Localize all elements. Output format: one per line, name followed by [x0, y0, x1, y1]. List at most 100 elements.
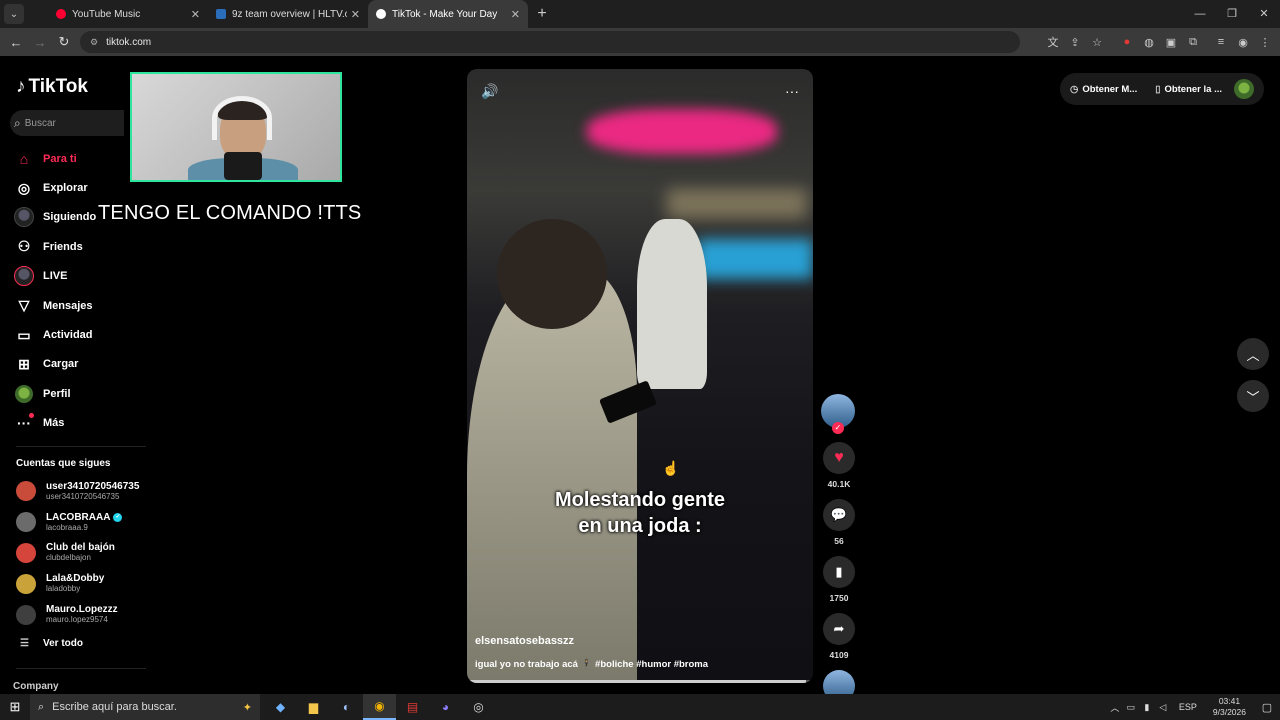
- close-tab-icon[interactable]: ✕: [511, 8, 520, 21]
- following-handle: user3410720546735: [46, 491, 120, 501]
- company-link[interactable]: Company: [13, 681, 59, 692]
- see-all-button[interactable]: ☰ Ver todo: [20, 638, 83, 649]
- extension-box-icon[interactable]: ▣: [1160, 36, 1182, 49]
- extension-icon[interactable]: ◍: [1138, 36, 1160, 49]
- sidebar-item-label: Cargar: [43, 358, 79, 371]
- close-window-icon[interactable]: ✕: [1248, 0, 1280, 28]
- tab-hltv[interactable]: 9z team overview | HLTV.org ✕: [208, 0, 368, 28]
- microphone-icon[interactable]: ▮: [1139, 702, 1155, 713]
- sidebar-item-perfil[interactable]: Perfil: [14, 379, 144, 408]
- comment-button[interactable]: 💬: [823, 499, 855, 531]
- tab-tiktok[interactable]: TikTok - Make Your Day ✕: [368, 0, 528, 28]
- chevron-up-icon[interactable]: ︿: [1107, 701, 1123, 714]
- discord-icon[interactable]: ◕: [429, 694, 462, 720]
- back-icon[interactable]: ←: [4, 35, 28, 50]
- obs-icon[interactable]: ◎: [462, 694, 495, 720]
- youtube-music-favicon: [56, 9, 66, 19]
- video-player[interactable]: 🔊 ··· Molestando gente en una joda : els…: [467, 69, 813, 683]
- previous-video-button[interactable]: ︿: [1237, 338, 1269, 370]
- sidebar-item-label: Actividad: [43, 329, 93, 342]
- verified-badge-icon: ✓: [113, 512, 123, 522]
- input-language[interactable]: ESP: [1179, 702, 1197, 712]
- following-item[interactable]: LACOBRAAA ✓ lacobraaa.9: [16, 507, 156, 538]
- tab-youtube-music[interactable]: YouTube Music ✕: [48, 0, 208, 28]
- video-author[interactable]: elsensatosebasszz: [475, 635, 574, 647]
- tiktok-note-icon: ♪: [16, 76, 26, 97]
- clock-date: 9/3/2026: [1212, 707, 1246, 717]
- menu-kebab-icon[interactable]: ⋮: [1254, 36, 1276, 49]
- profile-avatar-icon[interactable]: ◉: [1232, 36, 1254, 49]
- windows-start-icon[interactable]: ⊞: [0, 699, 30, 715]
- next-video-button[interactable]: ﹀: [1237, 380, 1269, 412]
- sidebar-item-mensajes[interactable]: ▽ Mensajes: [14, 291, 144, 320]
- copilot-app-icon[interactable]: ◆: [264, 694, 297, 720]
- forward-icon[interactable]: →: [28, 35, 52, 50]
- share-button[interactable]: ➦: [823, 613, 855, 645]
- like-button[interactable]: ♥: [823, 442, 855, 474]
- copilot-sparkle-icon: ✦: [242, 701, 252, 714]
- get-app-button[interactable]: Obtener la ...: [1164, 84, 1222, 95]
- file-explorer-icon[interactable]: ▆: [297, 694, 330, 720]
- install-app-icon[interactable]: ⇪: [1064, 36, 1086, 49]
- bookmark-star-icon[interactable]: ☆: [1086, 36, 1108, 49]
- sidebar-item-mas[interactable]: ··· Más: [14, 409, 144, 438]
- translate-icon[interactable]: 文: [1042, 34, 1064, 50]
- streaming-app-icon[interactable]: ▤: [396, 694, 429, 720]
- creator-avatar[interactable]: ✓: [821, 394, 855, 434]
- following-item[interactable]: Lala&Dobby laladobby: [16, 568, 156, 599]
- video-frame-person: [637, 219, 707, 389]
- profile-avatar-icon: [14, 384, 34, 404]
- steam-icon[interactable]: ◐: [330, 694, 363, 720]
- media-controls-icon[interactable]: ≡: [1210, 36, 1232, 48]
- taskbar-search-input[interactable]: ⌕ Escribe aquí para buscar. ✦: [30, 694, 260, 720]
- mouse-cursor-icon: ☝: [662, 460, 680, 476]
- get-coins-button[interactable]: Obtener M...: [1082, 84, 1137, 95]
- save-button[interactable]: ▮: [823, 556, 855, 588]
- window-controls: — ❐ ✕: [1184, 0, 1280, 28]
- clock[interactable]: 03:41 9/3/2026: [1213, 696, 1246, 718]
- search-input[interactable]: ⌕ Buscar: [10, 110, 124, 136]
- close-tab-icon[interactable]: ✕: [351, 8, 360, 21]
- search-icon: ⌕: [38, 700, 45, 713]
- site-info-icon[interactable]: ⚙: [90, 37, 98, 48]
- sidebar-item-actividad[interactable]: ▭ Actividad: [14, 320, 144, 349]
- compass-icon: ◎: [17, 179, 31, 196]
- network-icon[interactable]: ▭: [1123, 702, 1139, 713]
- sidebar-item-para-ti[interactable]: ⌂ Para ti: [14, 144, 144, 173]
- user-avatar[interactable]: [1234, 79, 1254, 99]
- tab-search-button[interactable]: ⌄: [4, 4, 24, 24]
- chevron-down-icon: ﹀: [1246, 389, 1260, 405]
- new-tab-button[interactable]: +: [532, 5, 552, 23]
- chrome-icon[interactable]: ◉: [363, 694, 396, 720]
- music-disc[interactable]: [823, 670, 855, 694]
- sidebar-item-live[interactable]: LIVE: [14, 262, 144, 291]
- upload-icon: ⊞: [18, 355, 30, 372]
- video-description: igual yo no trabajo acá 🕴 #boliche #humo…: [475, 659, 709, 670]
- extension-red-icon[interactable]: ●: [1116, 36, 1138, 48]
- follow-plus-icon[interactable]: ✓: [832, 422, 844, 434]
- sidebar-item-explorar[interactable]: ◎ Explorar: [14, 173, 144, 202]
- sidebar-item-cargar[interactable]: ⊞ Cargar: [14, 350, 144, 379]
- logo-text: TikTok: [28, 76, 88, 97]
- video-progress-bar[interactable]: [467, 680, 813, 683]
- close-tab-icon[interactable]: ✕: [191, 8, 200, 21]
- sidebar-item-label: Para ti: [43, 152, 77, 165]
- tab-title: TikTok - Make Your Day: [392, 8, 498, 20]
- reload-icon[interactable]: ↻: [52, 34, 76, 50]
- minimize-icon[interactable]: —: [1184, 0, 1216, 28]
- tab-title: YouTube Music: [72, 8, 141, 20]
- tiktok-logo[interactable]: ♪ TikTok: [16, 76, 88, 98]
- extensions-puzzle-icon[interactable]: ⧉: [1182, 36, 1204, 49]
- more-options-icon[interactable]: ···: [785, 83, 799, 99]
- following-item[interactable]: user3410720546735 user3410720546735: [16, 476, 156, 507]
- following-name: LACOBRAAA: [46, 511, 111, 523]
- sidebar-item-friends[interactable]: ⚇ Friends: [14, 232, 144, 261]
- restore-icon[interactable]: ❐: [1216, 0, 1248, 28]
- taskbar-apps: ◆ ▆ ◐ ◉ ▤ ◕ ◎: [264, 694, 495, 720]
- following-item[interactable]: Club del bajón clubdelbajon: [16, 538, 156, 569]
- volume-icon[interactable]: 🔊: [481, 83, 498, 100]
- notifications-icon[interactable]: ▢: [1254, 701, 1280, 714]
- address-bar[interactable]: ⚙ tiktok.com: [80, 31, 1020, 53]
- following-item[interactable]: Mauro.Lopezzz mauro.lopez9574: [16, 599, 156, 630]
- volume-icon[interactable]: ◁: [1155, 702, 1171, 713]
